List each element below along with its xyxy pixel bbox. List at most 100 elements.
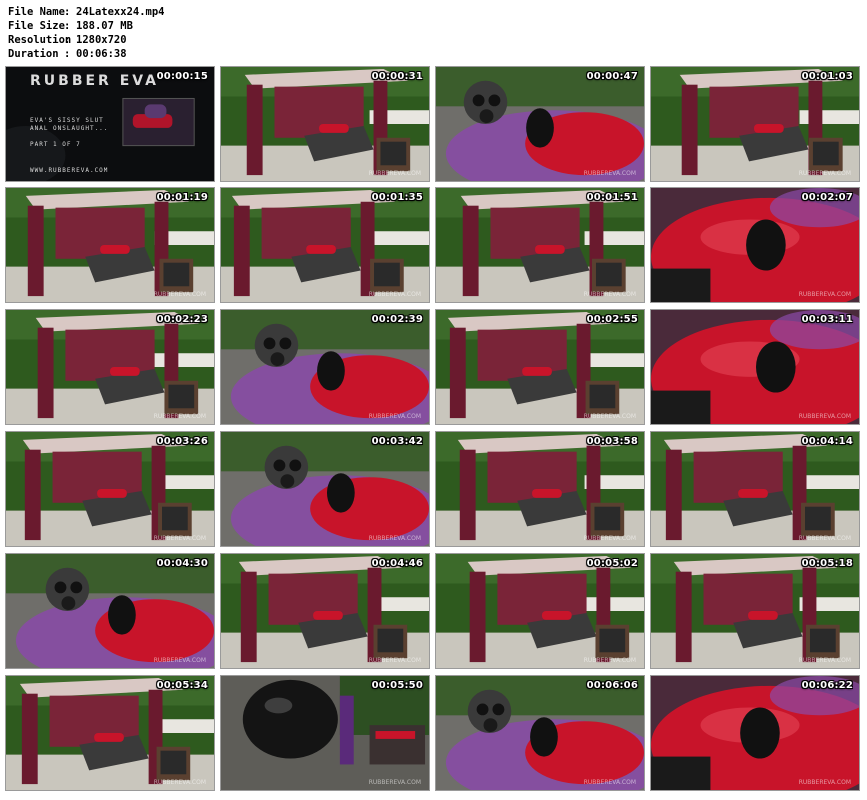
title-card-line-1: EVA'S SISSY SLUT: [30, 117, 104, 124]
thumbnail-timestamp: 00:01:03: [801, 71, 853, 82]
title-card-line-3: PART 1 OF 7: [30, 141, 81, 148]
video-thumbnail[interactable]: RUBBEREVA.COM 00:01:51: [435, 187, 645, 303]
video-thumbnail[interactable]: RUBBEREVA.COM 00:05:34: [5, 675, 215, 791]
thumbnail-frame-graphic: [6, 554, 214, 668]
thumbnail-timestamp: 00:04:46: [371, 558, 423, 569]
thumbnail-watermark: RUBBEREVA.COM: [368, 779, 421, 786]
video-thumbnail[interactable]: RUBBEREVA.COM 00:04:14: [650, 431, 860, 547]
thumbnail-watermark: RUBBEREVA.COM: [583, 291, 636, 298]
file-size-value: 188.07 MB: [76, 20, 133, 32]
thumbnail-timestamp: 00:00:15: [156, 71, 208, 82]
thumbnail-timestamp: 00:06:06: [586, 680, 638, 691]
thumbnail-frame-graphic: [651, 432, 859, 546]
thumbnail-frame-graphic: [651, 310, 859, 424]
video-thumbnail[interactable]: RUBBEREVA.COM 00:02:23: [5, 309, 215, 425]
video-thumbnail[interactable]: RUBBEREVA.COM 00:03:58: [435, 431, 645, 547]
video-thumbnail[interactable]: RUBBEREVA.COM 00:05:02: [435, 553, 645, 669]
thumbnail-frame-graphic: [221, 554, 429, 668]
thumbnail-watermark: RUBBEREVA.COM: [798, 535, 851, 542]
thumbnail-frame-graphic: [436, 188, 644, 302]
thumbnail-timestamp: 00:01:19: [156, 192, 208, 203]
thumbnail-frame-graphic: [651, 554, 859, 668]
video-thumbnail[interactable]: RUBBEREVA.COM 00:00:31: [220, 66, 430, 182]
title-card-logo: RUBBER EVA: [30, 73, 159, 89]
thumbnail-watermark: RUBBEREVA.COM: [798, 657, 851, 664]
thumbnail-frame-graphic: [436, 310, 644, 424]
thumbnail-watermark: RUBBEREVA.COM: [583, 535, 636, 542]
thumbnail-timestamp: 00:05:50: [371, 680, 423, 691]
video-thumbnail[interactable]: RUBBEREVA.COM 00:04:30: [5, 553, 215, 669]
video-thumbnail[interactable]: RUBBEREVA.COM 00:02:39: [220, 309, 430, 425]
resolution-row: Resolution: 1280x720: [8, 34, 127, 47]
thumbnail-frame-graphic: [651, 67, 859, 181]
thumbnail-watermark: RUBBEREVA.COM: [798, 170, 851, 177]
thumbnail-watermark: RUBBEREVA.COM: [368, 170, 421, 177]
video-thumbnail[interactable]: RUBBEREVA.COM 00:03:42: [220, 431, 430, 547]
thumbnail-watermark: RUBBEREVA.COM: [153, 535, 206, 542]
thumbnail-timestamp: 00:04:14: [801, 436, 853, 447]
video-thumbnail[interactable]: RUBBEREVA.COM 00:05:18: [650, 553, 860, 669]
duration-row: Duration:00:06:38: [8, 48, 127, 61]
thumbnail-timestamp: 00:02:07: [801, 192, 853, 203]
thumbnail-watermark: RUBBEREVA.COM: [368, 657, 421, 664]
thumbnail-timestamp: 00:03:42: [371, 436, 423, 447]
duration-separator: :: [64, 48, 71, 60]
file-name-separator: :: [64, 6, 71, 18]
thumbnail-timestamp: 00:02:23: [156, 314, 208, 325]
thumbnail-watermark: RUBBEREVA.COM: [368, 291, 421, 298]
thumbnail-frame-graphic: [6, 188, 214, 302]
file-info-header: File Name: 24Latexx24.mp4 File Size: 188.0…: [0, 0, 867, 64]
thumbnail-timestamp: 00:03:11: [801, 314, 853, 325]
thumbnail-watermark: RUBBEREVA.COM: [153, 779, 206, 786]
file-size-row: File Size: 188.07 MB: [8, 20, 133, 33]
thumbnail-grid: RUBBER EVA EVA'S SISSY SLUT ANAL ONSLAUGHT…: [0, 64, 867, 800]
video-thumbnail[interactable]: RUBBEREVA.COM 00:04:46: [220, 553, 430, 669]
thumbnail-timestamp: 00:06:22: [801, 680, 853, 691]
video-thumbnail[interactable]: RUBBEREVA.COM 00:02:55: [435, 309, 645, 425]
video-thumbnail[interactable]: RUBBEREVA.COM 00:03:11: [650, 309, 860, 425]
resolution-label: Resolution: [8, 34, 72, 46]
thumbnail-timestamp: 00:05:02: [586, 558, 638, 569]
file-size-label: File Size: [8, 20, 65, 32]
video-thumbnail[interactable]: RUBBER EVA EVA'S SISSY SLUT ANAL ONSLAUGHT…: [5, 66, 215, 182]
title-card-url: WWW.RUBBEREVA.COM: [30, 167, 109, 174]
video-thumbnail[interactable]: RUBBEREVA.COM 00:02:07: [650, 187, 860, 303]
thumbnail-timestamp: 00:02:55: [586, 314, 638, 325]
thumbnail-watermark: RUBBEREVA.COM: [583, 170, 636, 177]
video-thumbnail[interactable]: RUBBEREVA.COM 00:06:06: [435, 675, 645, 791]
duration-value: 00:06:38: [76, 48, 127, 60]
thumbnail-timestamp: 00:01:35: [371, 192, 423, 203]
video-thumbnail[interactable]: RUBBEREVA.COM 00:06:22: [650, 675, 860, 791]
thumbnail-timestamp: 00:04:30: [156, 558, 208, 569]
video-thumbnail[interactable]: RUBBEREVA.COM 00:03:26: [5, 431, 215, 547]
file-name-row: File Name: 24Latexx24.mp4: [8, 6, 165, 19]
thumbnail-frame-graphic: [221, 676, 429, 790]
video-thumbnail[interactable]: RUBBEREVA.COM 00:01:35: [220, 187, 430, 303]
thumbnail-frame-graphic: [221, 188, 429, 302]
thumbnail-watermark: RUBBEREVA.COM: [153, 657, 206, 664]
thumbnail-frame-graphic: [221, 310, 429, 424]
thumbnail-watermark: RUBBEREVA.COM: [368, 535, 421, 542]
thumbnail-timestamp: 00:02:39: [371, 314, 423, 325]
thumbnail-watermark: RUBBEREVA.COM: [583, 413, 636, 420]
video-thumbnail[interactable]: RUBBEREVA.COM 00:01:03: [650, 66, 860, 182]
thumbnail-frame-graphic: [221, 67, 429, 181]
thumbnail-frame-graphic: [6, 432, 214, 546]
thumbnail-watermark: RUBBEREVA.COM: [153, 291, 206, 298]
thumbnail-timestamp: 00:03:58: [586, 436, 638, 447]
video-thumbnail[interactable]: RUBBEREVA.COM 00:01:19: [5, 187, 215, 303]
thumbnail-watermark: RUBBEREVA.COM: [583, 657, 636, 664]
video-thumbnail[interactable]: RUBBEREVA.COM 00:00:47: [435, 66, 645, 182]
file-name-label: File Name: [8, 6, 65, 18]
thumbnail-watermark: RUBBEREVA.COM: [153, 413, 206, 420]
thumbnail-frame-graphic: [6, 310, 214, 424]
thumbnail-timestamp: 00:00:31: [371, 71, 423, 82]
video-thumbnail[interactable]: RUBBEREVA.COM 00:05:50: [220, 675, 430, 791]
thumbnail-frame-graphic: [221, 432, 429, 546]
thumbnail-timestamp: 00:01:51: [586, 192, 638, 203]
title-card-line-2: ANAL ONSLAUGHT...: [30, 125, 109, 132]
thumbnail-watermark: RUBBEREVA.COM: [798, 779, 851, 786]
thumbnail-watermark: RUBBEREVA.COM: [798, 413, 851, 420]
thumbnail-timestamp: 00:03:26: [156, 436, 208, 447]
thumbnail-timestamp: 00:05:34: [156, 680, 208, 691]
